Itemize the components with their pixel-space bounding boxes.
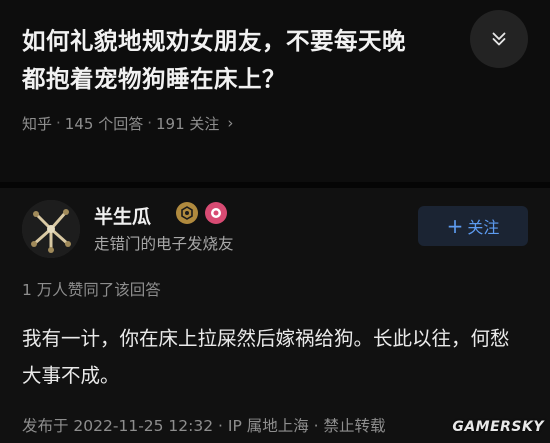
answer-card: 半生瓜 走错门的电子发烧友 + 关注 1 万人赞同了该回答 我有一计，你在床上拉… [0,188,550,443]
chevron-double-down-icon [492,32,506,46]
follow-button[interactable]: + 关注 [418,206,528,246]
answers-count: 145 个回答 [64,114,144,133]
medal-badge-icon [205,202,227,224]
meta-separator: · [56,114,61,132]
plus-icon: + [446,214,464,238]
question-meta[interactable]: 知乎 · 145 个回答 · 191 关注 › [22,110,233,136]
collapse-button[interactable] [470,10,528,68]
follow-label: 关注 [467,218,500,237]
question-card: 如何礼貌地规劝女朋友，不要每天晚 都抱着宠物狗睡在床上？ 知乎 · 145 个回… [0,0,550,182]
followers-count: 191 关注 [155,114,220,133]
certification-badge-icon [176,202,198,224]
author-bio: 走错门的电子发烧友 [94,235,234,253]
chevron-right-icon: › [227,114,234,132]
meta-separator: · [147,114,152,132]
answer-body[interactable]: 我有一计，你在床上拉屎然后嫁祸给狗。长此以往，何愁大事不成。 [22,320,527,394]
answer-meta: 发布于 2022-11-25 12:32 · IP 属地上海 · 禁止转载 [22,417,386,435]
question-title-line-2[interactable]: 都抱着宠物狗睡在床上？ [22,60,492,98]
avatar[interactable] [22,200,80,258]
question-title-line-1[interactable]: 如何礼貌地规劝女朋友，不要每天晚 [22,22,492,60]
avatar-image [22,200,80,258]
source-label: 知乎 [22,114,53,133]
upvote-count: 1 万人赞同了该回答 [22,281,161,299]
author-name[interactable]: 半生瓜 [94,202,151,229]
gamersky-watermark: GAMERSKY [452,419,544,435]
question-title[interactable]: 如何礼貌地规劝女朋友，不要每天晚 都抱着宠物狗睡在床上？ [22,22,492,98]
